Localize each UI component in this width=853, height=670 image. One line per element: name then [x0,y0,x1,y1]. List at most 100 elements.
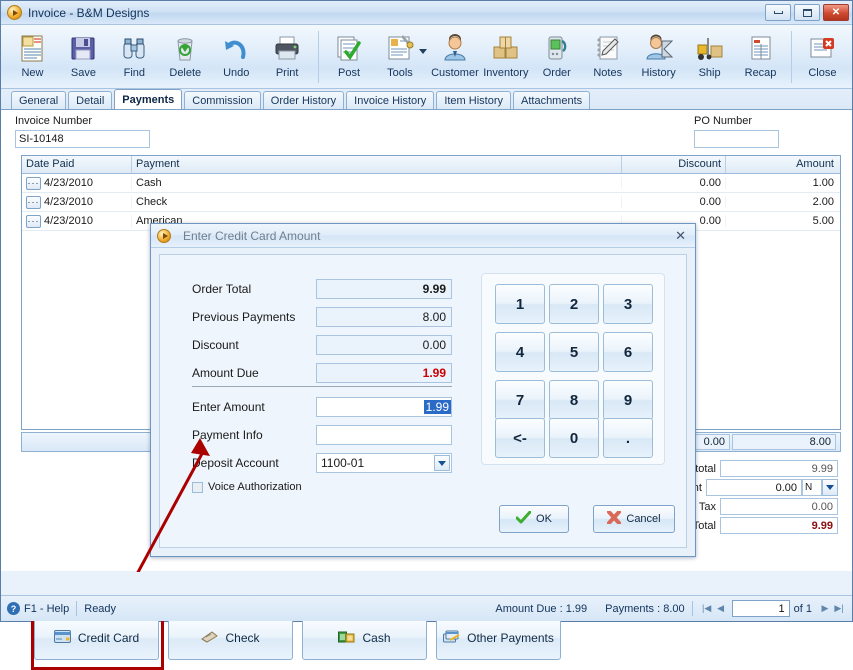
keypad-key-4[interactable]: 4 [495,332,545,372]
help-label[interactable]: F1 - Help [24,603,69,615]
other-payments-button[interactable]: Other Payments [436,616,561,660]
toolbar-button-tools[interactable]: Tools [375,29,426,79]
grid-col-payment[interactable]: Payment [132,156,622,173]
voice-authorization-row[interactable]: Voice Authorization [192,481,452,493]
freight-unit-value[interactable]: N [802,479,822,496]
toolbar-label: Delete [169,67,202,79]
toolbar-button-post[interactable]: Post [324,29,375,79]
po-number-input[interactable] [694,130,779,148]
toolbar-button-order[interactable]: Order [531,29,582,79]
tools-dropdown-caret-icon[interactable] [419,49,428,54]
row-expand-icon[interactable]: ··· [26,176,41,190]
keypad-key-decimal[interactable]: . [603,418,653,458]
keypad-key-0[interactable]: 0 [549,418,599,458]
status-state: Ready [84,602,117,615]
toolbar-label: Close [808,67,837,79]
toolbar-button-close[interactable]: Close [797,29,848,79]
tab-order-history[interactable]: Order History [262,91,345,109]
help-icon[interactable]: ? [7,602,20,615]
deposit-account-value: 1100-01 [321,456,365,470]
toolbar-button-find[interactable]: Find [109,29,160,79]
invoice-number-input[interactable]: SI-10148 [15,130,150,148]
dialog-close-icon[interactable]: ✕ [675,228,686,244]
payment-info-input[interactable] [316,425,452,445]
cancel-button[interactable]: Cancel [593,505,675,533]
grid-total-amount: 8.00 [732,434,836,450]
toolbar-button-notes[interactable]: Notes [582,29,633,79]
tab-invoice-history[interactable]: Invoice History [346,91,435,109]
toolbar-button-undo[interactable]: Undo [211,29,262,79]
keypad-key-2[interactable]: 2 [549,284,599,324]
ok-button[interactable]: OK [499,505,569,533]
cell-date-paid: 4/23/2010 [44,177,93,189]
table-row[interactable]: ··· 4/23/2010 Cash 0.00 1.00 [22,174,840,193]
tab-item-history[interactable]: Item History [436,91,511,109]
keypad-key-6[interactable]: 6 [603,332,653,372]
maximize-icon [802,8,812,17]
tab-payments[interactable]: Payments [114,89,183,109]
toolbar-button-new[interactable]: New [7,29,58,79]
toolbar-label: Recap [744,67,777,79]
check-icon [201,630,219,646]
close-button[interactable]: ✕ [823,4,849,21]
cancel-label: Cancel [626,513,661,525]
cell-amount: 2.00 [812,196,834,208]
keypad-key-1[interactable]: 1 [495,284,545,324]
deposit-account-select[interactable]: 1100-01 [316,453,452,473]
window-title: Invoice - B&M Designs [28,5,150,20]
keypad-key-8[interactable]: 8 [549,380,599,420]
tab-label: Payments [122,93,175,106]
amount-due-value: 1.99 [316,363,452,383]
toolbar-button-recap[interactable]: Recap [735,29,786,79]
row-expand-icon[interactable]: ··· [26,195,41,209]
history-person-icon [643,32,675,64]
first-record-button[interactable]: |◀ [700,601,714,616]
toolbar-button-save[interactable]: Save [58,29,109,79]
keypad-key-5[interactable]: 5 [549,332,599,372]
toolbar-label: Ship [698,67,721,79]
tab-commission[interactable]: Commission [184,91,261,109]
cash-button[interactable]: Cash [302,616,427,660]
keypad-key-7[interactable]: 7 [495,380,545,420]
printer-icon [271,32,303,64]
toolbar-separator [317,31,319,83]
keypad-key-9[interactable]: 9 [603,380,653,420]
grid-col-amount[interactable]: Amount [726,156,838,173]
row-expand-icon[interactable]: ··· [26,214,41,228]
tab-detail[interactable]: Detail [68,91,113,109]
toolbar-button-print[interactable]: Print [262,29,313,79]
toolbar-button-inventory[interactable]: Inventory [480,29,531,79]
credit-card-button[interactable]: Credit Card [34,616,159,660]
deposit-account-dropdown-button[interactable] [434,455,450,471]
payment-info-row: Payment Info [192,425,452,445]
enter-amount-input[interactable]: 1.99 [316,397,452,417]
table-row[interactable]: ··· 4/23/2010 Check 0.00 2.00 [22,193,840,212]
check-button[interactable]: Check [168,616,293,660]
toolbar-button-history[interactable]: History [633,29,684,79]
toolbar-label: Find [123,67,146,79]
minimize-button[interactable] [765,4,791,21]
tab-general[interactable]: General [11,91,67,109]
tab-attachments[interactable]: Attachments [513,91,591,109]
toolbar-button-delete[interactable]: Delete [160,29,211,79]
numeric-keypad: 1 2 3 4 5 6 7 8 9 <- 0 . [481,273,665,465]
voice-authorization-checkbox[interactable] [192,481,203,493]
previous-payments-row: Previous Payments 8.00 [192,307,452,327]
keypad-key-3[interactable]: 3 [603,284,653,324]
tab-label: Invoice History [354,94,427,107]
grid-col-discount[interactable]: Discount [622,156,726,173]
toolbar-button-customer[interactable]: Customer [429,29,480,79]
freight-dropdown-button[interactable] [822,479,838,496]
toolbar-button-ship[interactable]: Ship [684,29,735,79]
keypad-key-backspace[interactable]: <- [495,418,545,458]
dialog-left-form: Order Total 9.99 Previous Payments 8.00 … [192,279,452,493]
last-record-button[interactable]: ▶| [832,601,846,616]
amount-due-row: Amount Due 1.99 [192,363,452,383]
freight-value[interactable]: 0.00 [706,479,802,496]
previous-record-button[interactable]: ◀ [714,601,728,616]
enter-amount-label: Enter Amount [192,400,265,414]
grid-col-date-paid[interactable]: Date Paid [22,156,132,173]
maximize-button[interactable] [794,4,820,21]
page-number-input[interactable]: 1 [731,600,790,617]
next-record-button[interactable]: ▶ [818,601,832,616]
